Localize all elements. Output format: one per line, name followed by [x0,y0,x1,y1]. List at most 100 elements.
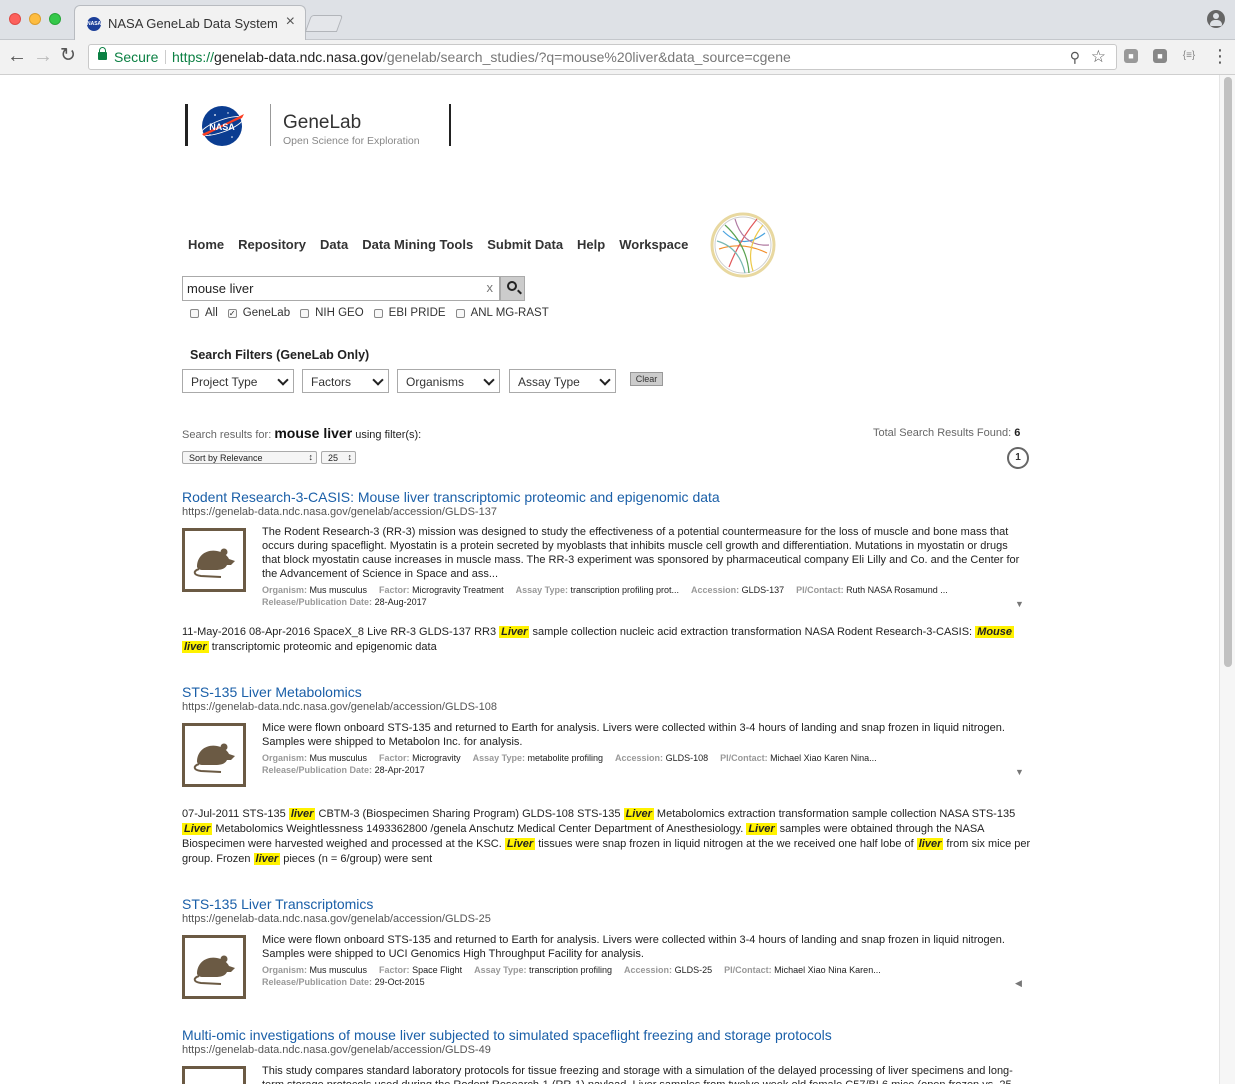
collapse-arrow-icon[interactable]: ◀ [1015,978,1022,989]
expand-arrow-icon[interactable]: ▼ [1015,599,1024,609]
meta-pi: Ruth NASA Rosamund ... [846,585,948,595]
source-genelab[interactable]: ✓ GeneLab [227,307,290,319]
snippet-text: tissues were snap frozen in liquid nitro… [535,838,917,850]
url-text[interactable]: https://genelab-data.ndc.nasa.gov/genela… [172,49,791,65]
meta-organism: Mus musculus [309,585,368,595]
meta-accession: GLDS-25 [674,965,713,975]
nasa-logo-icon[interactable]: NASA [198,104,246,148]
close-window-button[interactable] [9,13,21,25]
highlighted-term: liver [288,808,316,820]
scrollbar-thumb[interactable] [1224,77,1232,667]
clear-search-icon[interactable]: x [487,280,494,295]
genelab-tagline: Open Science for Exploration [283,135,420,147]
meta-assay: transcription profiling prot... [570,585,680,595]
url-scheme: https:// [172,49,215,65]
forward-arrow-icon[interactable]: → [33,46,53,66]
search-input[interactable] [187,281,477,296]
nav-repository[interactable]: Repository [238,237,306,252]
meta-release: 29-Oct-2015 [374,977,425,987]
zoom-icon[interactable]: ⚲ [1070,49,1080,66]
meta-factor: Space Flight [412,965,463,975]
result-snippet: 11-May-2016 08-Apr-2016 SpaceX_8 Live RR… [182,625,1032,655]
search-icon [507,281,517,291]
checkbox[interactable] [455,308,465,318]
source-anl-mg-rast[interactable]: ANL MG-RAST [455,307,549,319]
project-type-dropdown[interactable]: Project Type [182,369,294,393]
back-arrow-icon[interactable]: ← [7,46,27,66]
nav-help[interactable]: Help [577,237,605,252]
highlighted-term: liver [182,641,209,653]
nav-submit-data[interactable]: Submit Data [487,237,563,252]
reload-icon[interactable]: ↻ [60,46,76,66]
source-ebi-pride[interactable]: EBI PRIDE [373,307,446,319]
meta-label: Assay Type: [515,585,568,595]
checkbox-checked[interactable]: ✓ [227,308,237,318]
genelab-title[interactable]: GeneLab [283,112,361,134]
source-nih-geo[interactable]: NIH GEO [300,307,364,319]
result-url[interactable]: https://genelab-data.ndc.nasa.gov/genela… [182,1044,491,1056]
result-description: The Rodent Research-3 (RR-3) mission was… [262,526,1020,580]
bookmark-star-icon[interactable]: ☆ [1091,47,1106,67]
factors-dropdown[interactable]: Factors [302,369,389,393]
extension-icon[interactable]: ■ [1153,49,1167,63]
lock-icon [98,47,107,60]
browser-tab-bar: NASA NASA GeneLab Data Systems × [0,0,1235,40]
snippet-text: transcriptomic proteomic and epigenomic … [208,641,437,653]
result-url[interactable]: https://genelab-data.ndc.nasa.gov/genela… [182,913,491,925]
circos-plot-icon[interactable] [709,211,777,279]
result-title[interactable]: Rodent Research-3-CASIS: Mouse liver tra… [182,489,720,505]
meta-release: 28-Aug-2017 [374,597,427,607]
meta-label: Accession: [624,965,673,975]
expand-arrow-icon[interactable]: ▼ [1015,767,1024,777]
meta-label: PI/Contact: [796,585,844,595]
source-label: ANL MG-RAST [470,307,549,319]
page-scrollbar[interactable] [1219,75,1235,1084]
nav-workspace[interactable]: Workspace [619,237,688,252]
browser-toolbar: ← → ↻ Secure https://genelab-data.ndc.na… [0,40,1235,75]
maximize-window-button[interactable] [49,13,61,25]
result-title[interactable]: STS-135 Liver Transcriptomics [182,896,373,912]
meta-label: Factor: [379,753,410,763]
nav-data-mining-tools[interactable]: Data Mining Tools [362,237,473,252]
snippet-text: sample collection nucleic acid extractio… [529,626,976,638]
nav-home[interactable]: Home [188,237,224,252]
minimize-window-button[interactable] [29,13,41,25]
checkbox[interactable] [190,308,199,318]
result-url[interactable]: https://genelab-data.ndc.nasa.gov/genela… [182,506,497,518]
browser-menu-icon[interactable]: ⋮ [1211,47,1229,65]
results-suffix: using filter(s): [355,429,422,441]
meta-label: Organism: [262,965,308,975]
organisms-dropdown[interactable]: Organisms [397,369,500,393]
checkbox[interactable] [300,308,310,318]
meta-label: Accession: [615,753,664,763]
profile-icon[interactable] [1207,10,1225,28]
nasa-favicon-icon: NASA [87,17,101,31]
browser-tab-active[interactable]: NASA NASA GeneLab Data Systems × [74,5,306,40]
clear-filters-button[interactable]: Clear [630,372,663,386]
sort-select[interactable]: Sort by Relevance [182,451,317,464]
per-page-select[interactable]: 25 [321,451,356,464]
source-all[interactable]: All [190,307,218,319]
url-host: genelab-data.ndc.nasa.gov [214,49,383,65]
search-button[interactable] [500,276,525,301]
result-title[interactable]: Multi-omic investigations of mouse liver… [182,1027,832,1043]
highlighted-term: Mouse [975,626,1014,638]
checkbox[interactable] [373,308,383,318]
meta-label: Factor: [379,965,410,975]
meta-label: Factor: [379,585,410,595]
extension-icon[interactable]: ■ [1124,49,1138,63]
tab-close-icon[interactable]: × [286,13,295,31]
meta-organism: Mus musculus [309,753,368,763]
nav-data[interactable]: Data [320,237,348,252]
json-extension-icon[interactable]: {≡} [1180,49,1198,63]
result-title[interactable]: STS-135 Liver Metabolomics [182,684,362,700]
meta-accession: GLDS-137 [741,585,785,595]
assay-type-dropdown[interactable]: Assay Type [509,369,616,393]
highlighted-term: Liver [504,838,536,850]
snippet-text: 11-May-2016 08-Apr-2016 SpaceX_8 Live RR… [182,626,500,638]
result-url[interactable]: https://genelab-data.ndc.nasa.gov/genela… [182,701,497,713]
source-label: All [205,307,218,319]
address-bar[interactable]: Secure https://genelab-data.ndc.nasa.gov… [88,44,1117,70]
new-tab-button[interactable] [304,15,344,32]
page-number-button[interactable]: 1 [1007,447,1029,469]
